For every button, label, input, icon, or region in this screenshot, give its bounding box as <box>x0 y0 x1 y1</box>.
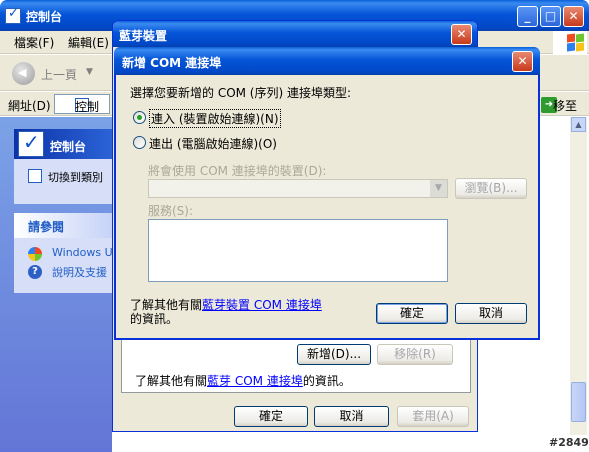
see-also-header: 請參閱 <box>14 213 112 238</box>
address-input[interactable]: 控制台 <box>54 94 110 131</box>
com-footer-suffix: 的資訊。 <box>130 312 179 326</box>
watermark-text: #2849 <box>549 436 589 449</box>
com-close-button[interactable]: ✕ <box>512 51 533 72</box>
incoming-radio[interactable] <box>133 111 146 124</box>
bluetooth-ok-button[interactable]: 確定 <box>234 406 308 427</box>
windows-update-link[interactable]: Windows Up <box>52 246 120 259</box>
service-label: 服務(S): <box>148 204 194 218</box>
remove-port-button[interactable]: 移除(R) <box>377 344 453 365</box>
help-support-link[interactable]: 說明及支援 <box>52 264 107 280</box>
incoming-radio-label[interactable]: 連入 (裝置啟始連線)(N) <box>149 109 281 128</box>
control-panel-box: 控制台 切換到類別 <box>14 129 112 204</box>
task-pane: 控制台 切換到類別 請參閱 Windows Up ? 說明及支援 <box>0 117 120 452</box>
com-type-prompt: 選擇您要新增的 COM (序列) 連接埠類型: <box>130 86 352 100</box>
bluetooth-com-help-link[interactable]: 藍芽 COM 連接埠 <box>207 374 303 388</box>
switch-view-icon <box>28 169 42 183</box>
bluetooth-footer: 了解其他有關藍芽 COM 連接埠的資訊。 <box>135 372 351 389</box>
go-label: 移至 <box>553 99 578 113</box>
see-also-header-text: 請參閱 <box>28 220 65 234</box>
add-port-button[interactable]: 新增(D)... <box>297 344 371 365</box>
bluetooth-footer-prefix: 了解其他有關 <box>135 374 208 388</box>
menu-file[interactable]: 檔案(F) <box>14 34 54 51</box>
scrollbar-thumb[interactable] <box>571 382 586 422</box>
chevron-down-icon[interactable]: ▼ <box>430 180 447 197</box>
minimize-button[interactable]: _ <box>517 6 538 27</box>
back-arrow-icon[interactable] <box>12 62 35 85</box>
help-icon: ? <box>28 265 42 279</box>
see-also-box: 請參閱 Windows Up ? 說明及支援 <box>14 213 120 293</box>
control-panel-box-header: 控制台 <box>14 129 112 159</box>
com-cancel-button[interactable]: 取消 <box>455 303 527 324</box>
maximize-button[interactable]: □ <box>540 6 561 27</box>
bluetooth-cancel-button[interactable]: 取消 <box>314 406 389 427</box>
device-label: 將會使用 COM 連接埠的裝置(D): <box>148 164 327 178</box>
windows-logo-icon <box>553 31 587 54</box>
control-panel-title: 控制台 <box>26 10 63 24</box>
outgoing-radio[interactable] <box>133 136 146 149</box>
bluetooth-title: 藍芽裝置 <box>119 29 168 43</box>
go-button[interactable]: ➜ 移至 <box>541 96 589 114</box>
control-panel-large-icon <box>18 130 44 157</box>
address-label: 網址(D) <box>8 99 51 113</box>
device-select[interactable]: ▼ <box>148 179 448 198</box>
back-button-label[interactable]: 上一頁 <box>41 66 77 83</box>
bluetooth-title-bar[interactable]: 藍芽裝置 ✕ <box>113 21 477 47</box>
add-com-port-dialog: 新增 COM 連接埠 ✕ 選擇您要新增的 COM (序列) 連接埠類型: 連入 … <box>114 47 540 340</box>
menu-edit[interactable]: 編輯(E) <box>68 34 109 51</box>
browse-button[interactable]: 瀏覽(B)... <box>455 178 527 199</box>
com-title-bar[interactable]: 新增 COM 連接埠 ✕ <box>114 47 540 75</box>
com-help-link[interactable]: 藍芽裝置 COM 連接埠 <box>202 298 322 312</box>
service-list[interactable] <box>148 219 448 282</box>
com-ok-button[interactable]: 確定 <box>376 303 448 324</box>
com-footer: 了解其他有關藍芽裝置 COM 連接埠 的資訊。 <box>130 298 340 326</box>
com-dialog-title: 新增 COM 連接埠 <box>122 56 222 70</box>
vertical-scrollbar[interactable]: ▲ <box>570 117 587 435</box>
bluetooth-close-button[interactable]: ✕ <box>451 24 472 45</box>
scroll-up-icon[interactable]: ▲ <box>571 117 586 132</box>
com-footer-prefix: 了解其他有關 <box>130 298 203 312</box>
task-pane-header-text: 控制台 <box>50 140 87 154</box>
control-panel-icon <box>5 6 21 24</box>
windows-update-icon <box>28 247 42 261</box>
back-dropdown-icon[interactable]: ▼ <box>86 67 93 77</box>
bluetooth-footer-suffix: 的資訊。 <box>302 374 351 388</box>
switch-view-link[interactable]: 切換到類別 <box>48 169 103 185</box>
outgoing-radio-label[interactable]: 連出 (電腦啟始連線)(O) <box>149 135 277 152</box>
bluetooth-apply-button[interactable]: 套用(A) <box>397 406 469 427</box>
close-button[interactable]: ✕ <box>563 6 584 27</box>
